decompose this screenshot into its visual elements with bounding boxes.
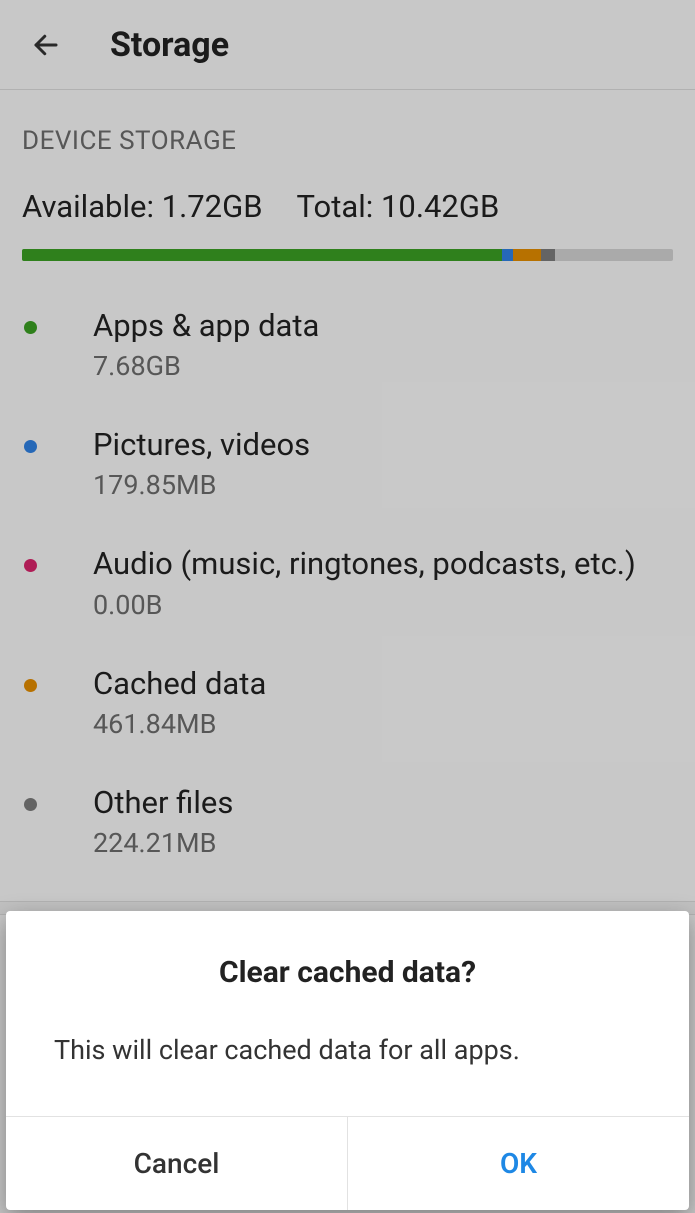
ok-button[interactable]: OK bbox=[348, 1117, 689, 1210]
dialog-buttons: Cancel OK bbox=[6, 1116, 689, 1210]
cancel-button[interactable]: Cancel bbox=[6, 1117, 348, 1210]
clear-cache-dialog: Clear cached data? This will clear cache… bbox=[6, 911, 689, 1210]
dialog-title: Clear cached data? bbox=[6, 955, 689, 990]
dialog-message: This will clear cached data for all apps… bbox=[6, 990, 689, 1116]
